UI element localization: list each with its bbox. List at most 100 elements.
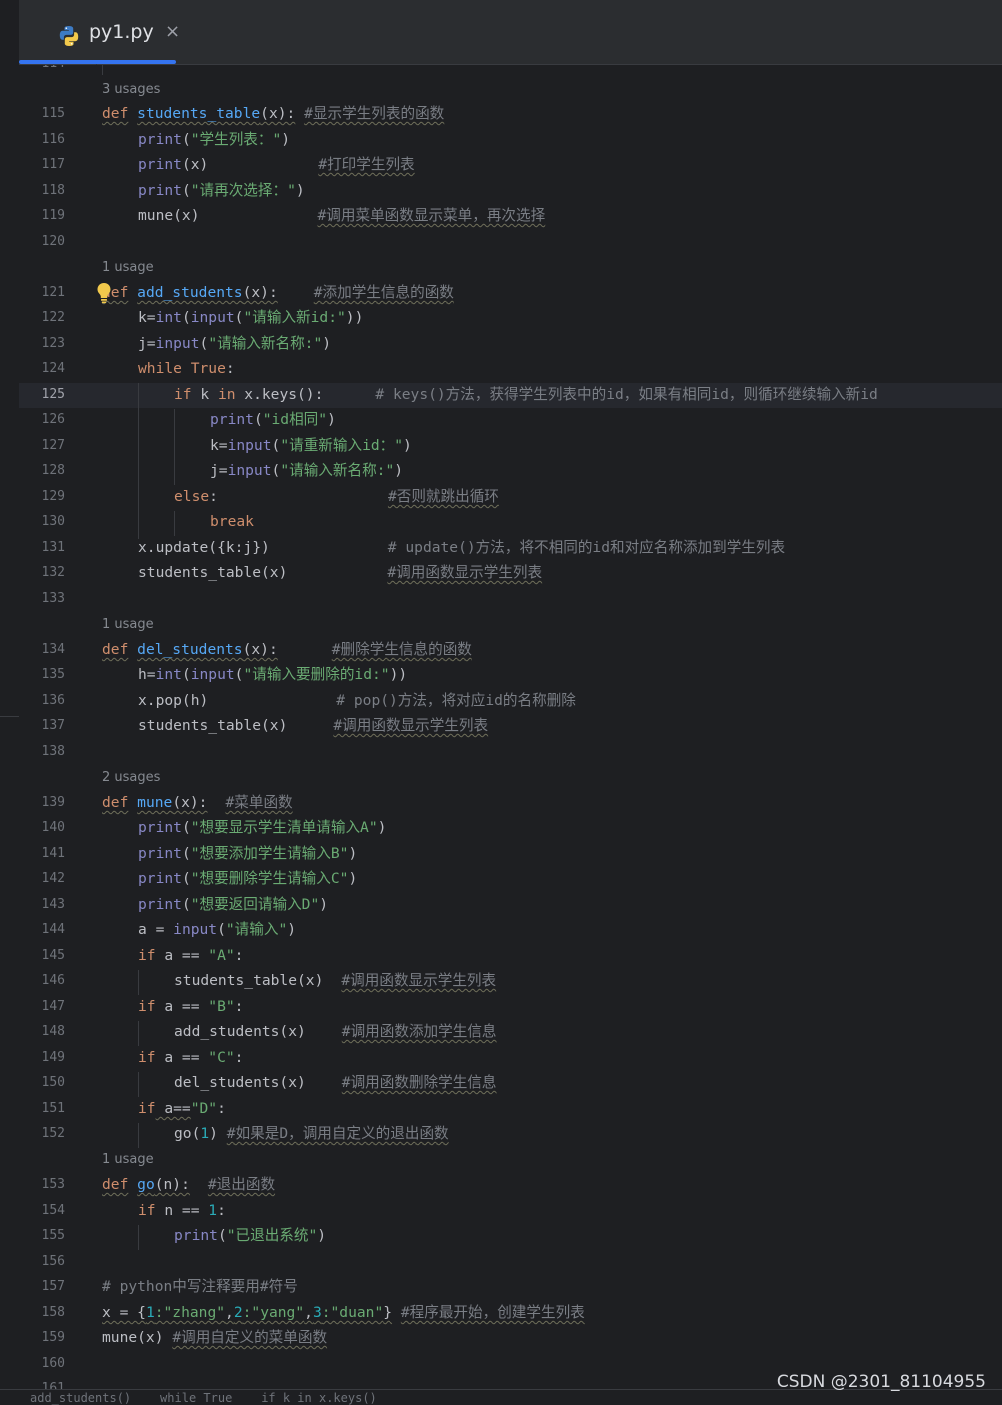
code-line-135: h=int(input("请输入要删除的id:")) [138,666,408,683]
line-number: 139 [41,795,65,810]
line-number: 129 [41,489,65,504]
usages-hint[interactable]: 1 usage [102,612,154,637]
code-line-158: x = {1:"zhang",2:"yang",3:"duan"} #程序最开始… [102,1304,585,1321]
active-tab-indicator [19,60,176,64]
line-number: 127 [41,438,65,453]
code-line-143: print("想要返回请输入D") [138,896,329,913]
code-line-128: j=input("请输入新名称:") [210,462,404,479]
indent-guide [138,1072,139,1097]
code-line-140: print("想要显示学生清单请输入A") [138,819,387,836]
line-number: 114 [19,65,65,76]
usages-hint[interactable]: 3 usages [102,77,160,102]
line-number: 120 [41,234,65,249]
code-line-149: if a == "C": [138,1049,244,1066]
line-number: 148 [41,1024,65,1039]
line-number: 135 [41,667,65,682]
indent-guide [138,1225,139,1250]
line-number: 118 [41,183,65,198]
line-number: 126 [41,412,65,427]
indent-guide [174,409,175,485]
line-number: 142 [41,871,65,886]
tab-py1[interactable]: py1.py × [39,10,180,58]
close-icon[interactable]: × [165,21,180,42]
line-number: 123 [41,336,65,351]
line-number: 133 [41,591,65,606]
line-number: 140 [41,820,65,835]
code-line-139: def mune(x): #菜单函数 [102,794,293,811]
line-number: 122 [41,310,65,325]
line-number: 143 [41,897,65,912]
line-number: 141 [41,846,65,861]
code-line-144: a = input("请输入") [138,921,297,938]
line-number: 138 [41,744,65,759]
lightbulb-icon[interactable] [95,282,113,304]
code-line-155: print("已退出系统") [174,1227,327,1244]
line-number: 117 [41,157,65,172]
code-line-119: mune(x) #调用菜单函数显示菜单，再次选择 [138,207,546,224]
line-number: 146 [41,973,65,988]
code-line-148: add_students(x) #调用函数添加学生信息 [174,1023,497,1040]
code-editor[interactable]: 114 115 116 117 118 119 120 121 122 123 … [19,65,1002,1390]
line-number: 134 [41,642,65,657]
line-number: 155 [41,1228,65,1243]
code-line-151: if a=="D": [138,1100,226,1117]
code-line-126: print("id相同") [210,411,336,428]
code-line-136: x.pop(h) # pop()方法，将对应id的名称删除 [138,692,576,709]
code-line-145: if a == "A": [138,947,244,964]
line-number: 121 [41,285,65,300]
line-number: 145 [41,948,65,963]
code-line-142: print("想要删除学生请输入C") [138,870,358,887]
line-number: 154 [41,1203,65,1218]
line-number: 152 [41,1126,65,1141]
code-text-area[interactable]: 3 usages def students_table(x): #显示学生列表的… [102,65,1002,1390]
code-line-134: def del_students(x): #删除学生信息的函数 [102,641,472,658]
indent-guide [138,1123,139,1148]
indent-guide [174,511,175,536]
code-line-116: print("学生列表：") [138,131,291,148]
usages-hint[interactable]: 2 usages [102,765,160,790]
line-number: 136 [41,693,65,708]
code-line-132: students_table(x) #调用函数显示学生列表 [138,564,543,581]
line-number: 153 [41,1177,65,1192]
line-number-gutter: 114 115 116 117 118 119 120 121 122 123 … [19,65,99,1390]
code-line-157: # python中写注释要用#符号 [102,1278,298,1295]
line-number-current: 125 [41,387,65,402]
code-line-159: mune(x) #调用自定义的菜单函数 [102,1329,328,1346]
line-number: 159 [41,1330,65,1345]
code-line-150: del_students(x) #调用函数删除学生信息 [174,1074,497,1091]
code-line-115: def students_table(x): #显示学生列表的函数 [102,105,445,122]
line-number: 132 [41,565,65,580]
tool-strip-divider [0,716,19,717]
code-line-154: if n == 1: [138,1202,226,1219]
python-icon [59,26,79,46]
line-number: 147 [41,999,65,1014]
code-line-127: k=input("请重新输入id：") [210,437,412,454]
code-line-147: if a == "B": [138,998,244,1015]
watermark: CSDN @2301_81104955 [776,1372,986,1392]
line-number: 160 [41,1356,65,1371]
usages-hint[interactable]: 1 usage [102,255,154,280]
left-tool-strip [0,0,19,1403]
line-number: 124 [41,361,65,376]
code-line-124: while True: [138,360,235,377]
code-line-137: students_table(x) #调用函数显示学生列表 [138,717,489,734]
indent-guide [138,383,139,539]
code-line-141: print("想要添加学生请输入B") [138,845,358,862]
code-line-121: def add_students(x): #添加学生信息的函数 [102,284,454,301]
line-number: 119 [41,208,65,223]
line-number: 156 [41,1254,65,1269]
line-number: 116 [41,132,65,147]
code-line-146: students_table(x) #调用函数显示学生列表 [174,972,497,989]
code-line-152: go(1) #如果是D，调用自定义的退出函数 [174,1125,449,1142]
line-number: 128 [41,463,65,478]
tab-filename: py1.py [89,21,154,43]
code-line-117: print(x) #打印学生列表 [138,156,415,173]
code-line-131: x.update({k:j}) # update()方法，将不相同的id和对应名称… [138,539,786,556]
usages-hint[interactable]: 1 usage [102,1147,154,1172]
code-line-118: print("请再次选择：") [138,182,305,199]
line-number: 149 [41,1050,65,1065]
code-line-129: else: #否则就跳出循环 [174,488,499,505]
line-number: 161 [41,1381,65,1390]
editor-tab-bar: py1.py × [19,0,1002,65]
indent-guide [102,65,103,75]
